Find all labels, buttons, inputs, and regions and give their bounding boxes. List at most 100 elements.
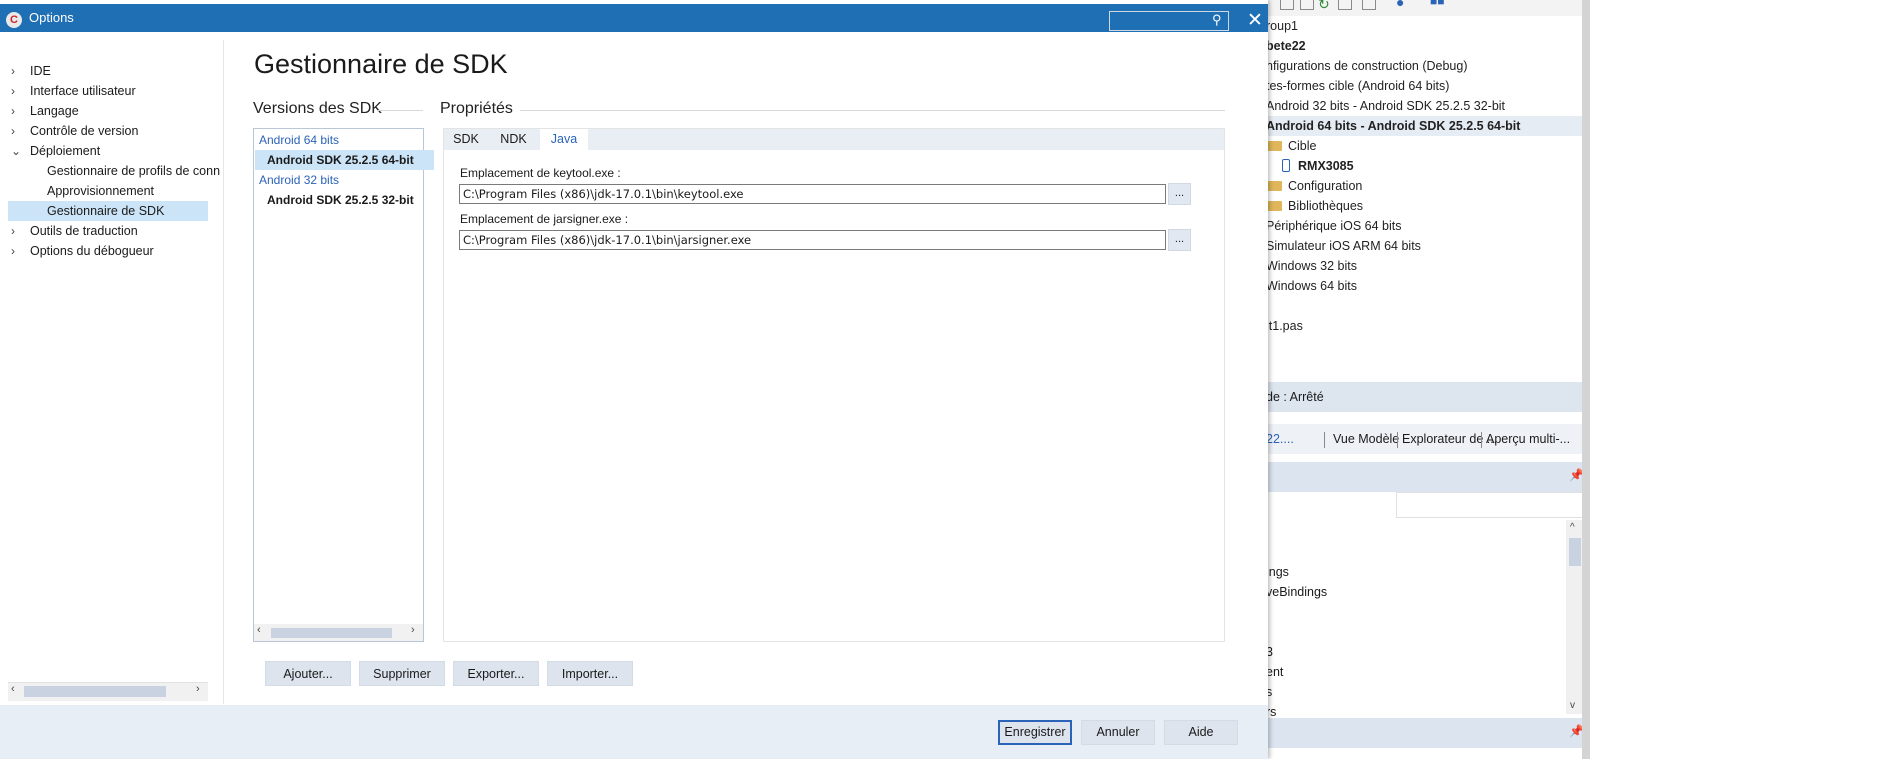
chevron-right-icon[interactable]: ›: [11, 221, 15, 241]
toolbar-icon[interactable]: [1280, 0, 1294, 10]
refresh-icon[interactable]: ↻: [1318, 0, 1330, 13]
folder-icon: [1268, 140, 1282, 151]
sdk-group-header[interactable]: Android 32 bits: [255, 170, 426, 190]
add-button[interactable]: Ajouter...: [265, 661, 351, 686]
project-tree-item[interactable]: nfigurations de construction (Debug): [1266, 56, 1468, 76]
tree-item[interactable]: Gestionnaire de SDK: [0, 201, 222, 221]
project-tree-item[interactable]: tes-formes cible (Android 64 bits): [1266, 76, 1449, 96]
save-button[interactable]: Enregistrer: [998, 720, 1072, 745]
tree-item[interactable]: ⌄ Déploiement: [0, 141, 222, 161]
project-tree-label: roup1: [1266, 19, 1298, 33]
tree-item[interactable]: › Options du débogueur: [0, 241, 222, 261]
close-icon[interactable]: ✕: [1247, 9, 1263, 32]
project-tree-item[interactable]: Cible: [1268, 136, 1317, 156]
sdk-group-header[interactable]: Android 64 bits: [255, 130, 426, 150]
palette-item[interactable]: ings: [1266, 562, 1289, 582]
ide-tab[interactable]: Explorateur de ...: [1402, 424, 1497, 454]
folder-icon: [1268, 200, 1282, 211]
project-tree-item[interactable]: Windows 32 bits: [1266, 256, 1357, 276]
remove-button[interactable]: Supprimer: [359, 661, 445, 686]
chevron-right-icon[interactable]: ›: [11, 121, 15, 141]
tree-item[interactable]: Approvisionnement: [0, 181, 222, 201]
jarsigner-path-field[interactable]: C:\Program Files (x86)\jdk-17.0.1\bin\ja…: [459, 230, 1166, 250]
help-button[interactable]: Aide: [1164, 720, 1238, 745]
chevron-right-icon[interactable]: ›: [11, 101, 15, 121]
ide-tab[interactable]: Aperçu multi-...: [1486, 424, 1570, 454]
tab-separator: [1397, 432, 1398, 448]
project-tree-item[interactable]: Bibliothèques: [1268, 196, 1363, 216]
project-tree-item[interactable]: roup1: [1266, 16, 1298, 36]
tree-item[interactable]: › IDE: [0, 61, 222, 81]
ide-background-panel: ↻ ● ■■ roup1 bete22 nfigurations de constr…: [1266, 0, 1590, 759]
keytool-browse-button[interactable]: ...: [1168, 183, 1191, 205]
tab-sdk[interactable]: SDK: [445, 129, 487, 150]
project-tree-item[interactable]: bete22: [1266, 36, 1306, 56]
chevron-right-icon[interactable]: ›: [11, 61, 15, 81]
panel-search-input[interactable]: [1396, 492, 1586, 518]
import-button[interactable]: Importer...: [547, 661, 633, 686]
chevron-right-icon[interactable]: ›: [11, 241, 15, 261]
tab-java[interactable]: Java: [540, 129, 588, 150]
tree-item[interactable]: › Interface utilisateur: [0, 81, 222, 101]
group-divider: [378, 110, 423, 111]
export-button[interactable]: Exporter...: [453, 661, 539, 686]
sdk-version-item[interactable]: Android SDK 25.2.5 32-bit: [255, 190, 434, 210]
grid-icon[interactable]: ■■: [1430, 0, 1445, 8]
chevron-right-icon[interactable]: ›: [11, 81, 15, 101]
tree-item-label: Déploiement: [30, 144, 101, 158]
status-text: de : Arrêté: [1266, 390, 1324, 404]
jarsigner-browse-button[interactable]: ...: [1168, 229, 1191, 251]
project-tree-label: Android 32 bits - Android SDK 25.2.5 32-…: [1266, 99, 1506, 113]
tree-item[interactable]: › Langage: [0, 101, 222, 121]
keytool-path-field[interactable]: C:\Program Files (x86)\jdk-17.0.1\bin\ke…: [459, 184, 1166, 204]
group-divider: [520, 110, 1225, 111]
project-tree-item[interactable]: it1.pas: [1266, 316, 1303, 336]
ide-toolbar: ↻ ● ■■: [1266, 0, 1590, 16]
window-edge: [1582, 0, 1590, 759]
project-tree-item[interactable]: RMX3085: [1282, 156, 1354, 176]
chevron-down-icon[interactable]: ⌄: [11, 141, 21, 161]
scroll-right-icon[interactable]: ›: [411, 624, 415, 636]
tree-item-label: Gestionnaire de SDK: [47, 204, 165, 218]
scrollbar-thumb[interactable]: [271, 628, 392, 638]
tree-item[interactable]: Gestionnaire de profils de conn: [0, 161, 222, 181]
project-tree-item[interactable]: Configuration: [1268, 176, 1362, 196]
scrollbar-thumb[interactable]: [1569, 538, 1581, 566]
project-tree-item[interactable]: Simulateur iOS ARM 64 bits: [1266, 236, 1421, 256]
palette-item[interactable]: veBindings: [1266, 582, 1327, 602]
project-tree-label: Configuration: [1288, 179, 1363, 193]
folder-icon: [1268, 180, 1282, 191]
run-icon[interactable]: ●: [1396, 0, 1404, 10]
options-search-input[interactable]: [1109, 11, 1229, 31]
scrollbar-thumb[interactable]: [24, 686, 166, 697]
ide-tab[interactable]: Vue Modèle: [1333, 424, 1399, 454]
scroll-down-icon[interactable]: v: [1570, 700, 1575, 711]
ide-tab[interactable]: 22....: [1266, 424, 1294, 454]
project-tree-item[interactable]: Android 32 bits - Android SDK 25.2.5 32-…: [1266, 96, 1505, 116]
splitter[interactable]: [223, 40, 224, 704]
search-icon: ⚲: [1212, 12, 1222, 27]
tree-item[interactable]: › Contrôle de version: [0, 121, 222, 141]
tree-item[interactable]: › Outils de traduction: [0, 221, 222, 241]
project-tree-label: Périphérique iOS 64 bits: [1266, 219, 1402, 233]
project-tree-label: it1.pas: [1266, 319, 1303, 333]
scroll-right-icon[interactable]: ›: [196, 683, 200, 695]
palette-item[interactable]: ent: [1266, 662, 1283, 682]
tree-item-label: IDE: [30, 64, 51, 78]
sdk-versions-list[interactable]: Android 64 bits Android SDK 25.2.5 64-bit…: [253, 128, 434, 642]
project-tree-item[interactable]: Android 64 bits - Android SDK 25.2.5 64-…: [1266, 116, 1590, 136]
tab-ndk[interactable]: NDK: [491, 129, 536, 150]
toolbar-icon[interactable]: [1338, 0, 1352, 10]
sdk-version-item[interactable]: Android SDK 25.2.5 64-bit: [255, 150, 434, 170]
cancel-button[interactable]: Annuler: [1081, 720, 1155, 745]
ide-tabstrip: 22.... Vue Modèle Explorateur de ... Ape…: [1266, 424, 1590, 454]
toolbar-icon[interactable]: [1300, 0, 1314, 10]
toolbar-icon[interactable]: [1362, 0, 1376, 10]
jarsigner-label: Emplacement de jarsigner.exe :: [460, 212, 629, 226]
options-tree: › IDE › Interface utilisateur › Langage › Contr…: [0, 32, 222, 704]
scroll-up-icon[interactable]: ^: [1570, 522, 1575, 533]
scroll-left-icon[interactable]: ‹: [257, 624, 261, 636]
scroll-left-icon[interactable]: ‹: [11, 683, 15, 695]
project-tree-item[interactable]: Périphérique iOS 64 bits: [1266, 216, 1402, 236]
project-tree-item[interactable]: Windows 64 bits: [1266, 276, 1357, 296]
